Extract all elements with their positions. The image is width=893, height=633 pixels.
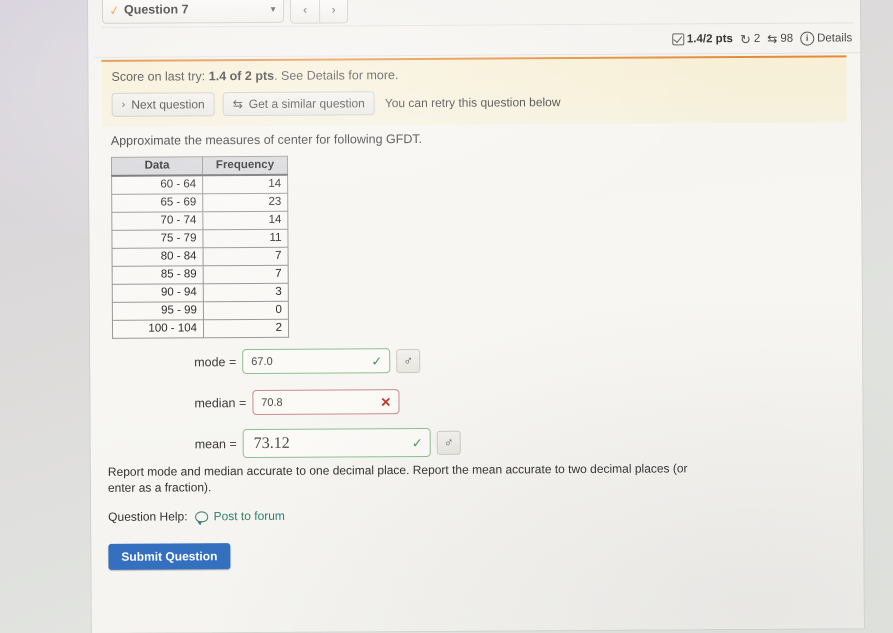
score-on-last-try-text: Score on last try: 1.4 of 2 pts. See Det… [111,65,836,84]
table-row: 80 - 84 7 [112,247,289,267]
check-icon: ✓ [108,1,121,19]
table-row: 85 - 89 7 [112,265,289,285]
median-value: 70.8 [261,396,283,409]
table-row: 95 - 99 0 [112,301,289,321]
mean-value: 73.12 [253,434,290,452]
attempts-value: 2 [753,32,761,45]
sigma-tool-icon-button-mean[interactable]: ♂ [436,430,461,455]
cell-frequency: 7 [203,265,289,284]
page-sheet: ✓ Question 7 ▼ ‹ › 10 [88,0,864,633]
mean-input[interactable]: 73.12 ✓ [242,427,431,459]
banner-button-row: › Next question ⇆ Get a similar question… [111,88,837,117]
cell-data: 85 - 89 [112,265,204,285]
cell-frequency: 3 [203,283,289,302]
chevron-right-icon: › [121,98,126,111]
cell-data: 70 - 74 [111,211,203,231]
post-to-forum-link[interactable]: Post to forum [195,508,285,524]
cell-data: 60 - 64 [111,175,203,195]
info-circle-icon: i [800,31,815,46]
cell-data: 95 - 99 [112,301,204,321]
checkbox-check-icon [671,33,684,46]
answer-row-mode: mode = 67.0 ✓ ♂ [194,348,421,375]
question-help-label: Question Help: [108,509,188,524]
cell-frequency: 11 [202,229,289,248]
similar-count-value: 98 [780,32,794,45]
sigma-tool-icon: ♂ [443,434,454,450]
speech-bubble-icon [195,510,209,522]
mean-label: mean = [194,436,237,451]
question-prompt: Approximate the measures of center for f… [110,131,423,148]
retry-banner: Score on last try: 1.4 of 2 pts. See Det… [101,55,847,127]
table-row: 90 - 94 3 [112,283,289,303]
table-row: 70 - 74 14 [111,211,288,231]
cell-data: 65 - 69 [111,193,203,213]
accuracy-note: Report mode and median accurate to one d… [107,461,688,495]
cell-data: 80 - 84 [112,247,204,267]
swap-arrows-icon: ⇆ [767,31,778,46]
table-row: 100 - 104 2 [112,319,289,339]
circular-arrow-icon: ↻ [739,31,751,47]
correct-check-icon: ✓ [411,434,423,451]
table-row: 60 - 64 14 [111,174,288,195]
header-frequency: Frequency [202,156,288,176]
screen-photo-background: ✓ Question 7 ▼ ‹ › 10 [0,0,893,633]
swap-arrows-icon: ⇆ [232,97,243,112]
details-label: Details [817,32,853,45]
cell-data: 75 - 79 [111,229,204,249]
previous-question-button[interactable]: ‹ [290,0,320,23]
score-suffix: . See Details for more. [274,68,399,83]
cell-data: 90 - 94 [112,283,204,303]
details-link[interactable]: i Details [800,31,853,46]
answer-row-median: median = 70.8 ✕ [194,389,400,416]
chevron-down-icon: ▼ [269,4,278,14]
mode-input[interactable]: 67.0 ✓ [242,348,391,375]
sigma-tool-icon-button-mode[interactable]: ♂ [396,348,421,373]
score-prefix: Score on last try: [111,69,206,84]
frequency-distribution-table: Data Frequency 60 - 64 14 65 - 69 23 70 - 74… [110,155,290,339]
cell-frequency: 7 [203,247,289,266]
points-value: 1.4/2 pts [686,33,733,46]
retry-note-text: You can retry this question below [384,95,561,111]
table-row: 65 - 69 23 [111,193,288,213]
post-to-forum-label: Post to forum [213,508,285,524]
question-selector-dropdown[interactable]: ✓ Question 7 ▼ [101,0,285,24]
score-meta-row: 1.4/2 pts ↻ 2 ⇆ 98 i Details [671,31,853,47]
question-selector-label: Question 7 [123,2,189,17]
question-toolbar: ✓ Question 7 ▼ ‹ › 10 [96,0,855,34]
submit-question-button[interactable]: Submit Question [108,543,231,570]
table-body: 60 - 64 14 65 - 69 23 70 - 74 14 75 - 79 11 80 -… [111,174,289,339]
cell-frequency: 0 [203,301,289,320]
next-question-banner-button[interactable]: › Next question [111,92,215,117]
cell-frequency: 23 [202,193,288,212]
header-data: Data [111,156,203,176]
next-question-label: Next question [131,97,205,112]
cell-frequency: 14 [202,174,288,194]
median-input[interactable]: 70.8 ✕ [252,389,400,416]
table-header-row: Data Frequency [111,156,288,176]
correct-check-icon: ✓ [371,353,383,369]
next-question-button[interactable]: › [318,0,348,23]
answer-row-mean: mean = 73.12 ✓ ♂ [194,427,461,459]
question-help-row: Question Help: Post to forum [108,509,285,524]
incorrect-cross-icon: ✕ [380,394,392,410]
score-value: 1.4 of 2 pts [208,68,275,84]
question-nav-buttons: ‹ › [289,0,349,24]
cell-frequency: 2 [203,319,289,338]
mode-label: mode = [194,354,237,369]
similar-count-group: ⇆ 98 [767,31,794,46]
mode-value: 67.0 [251,355,273,368]
median-label: median = [194,395,247,410]
similar-question-label: Get a similar question [248,96,365,112]
table-row: 75 - 79 11 [111,229,289,249]
sigma-tool-icon: ♂ [403,353,414,369]
points-group: 1.4/2 pts [671,33,733,46]
attempts-group: ↻ 2 [739,31,761,47]
cell-frequency: 14 [202,211,288,230]
cell-data: 100 - 104 [112,319,204,339]
get-similar-question-button[interactable]: ⇆ Get a similar question [222,91,375,117]
